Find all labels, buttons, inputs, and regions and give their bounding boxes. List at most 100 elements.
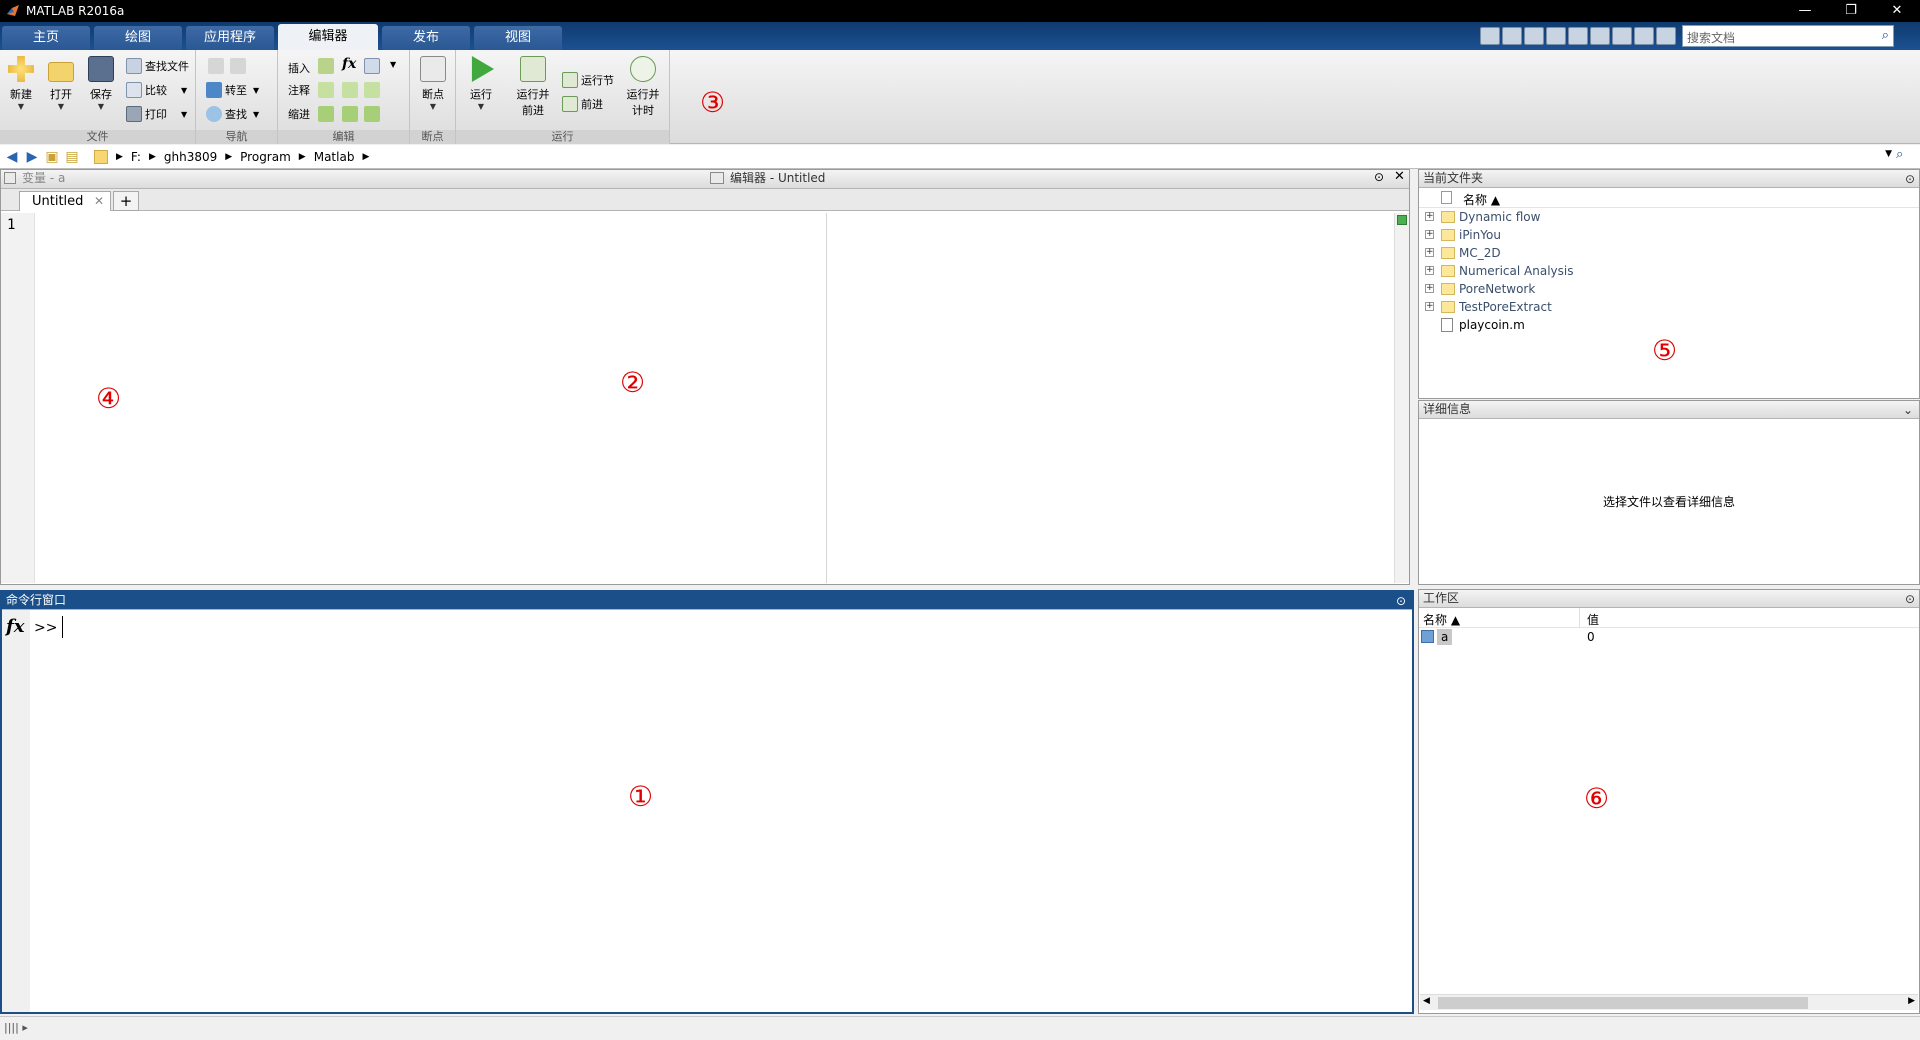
column-divider[interactable] (1579, 608, 1580, 628)
new-tab-button[interactable]: + (113, 191, 139, 211)
editor-tab-untitled[interactable]: Untitled ✕ (19, 191, 111, 211)
layout-icon[interactable] (1480, 27, 1500, 45)
variables-panel-title[interactable]: 变量 - a (2, 169, 702, 188)
paste-icon[interactable] (1568, 27, 1588, 45)
name-column-header[interactable]: 名称 ▲ (1423, 611, 1460, 628)
insert-section-icon[interactable] (318, 58, 334, 74)
breakpoints-button[interactable]: 断点 ▼ (414, 56, 452, 111)
run-and-advance-button[interactable]: 运行并 前进 (514, 56, 552, 118)
list-item[interactable]: + MC_2D (1419, 244, 1919, 262)
save-button[interactable]: 保存 ▼ (82, 56, 120, 111)
new-button[interactable]: 新建 ▼ (2, 56, 40, 111)
undo-icon[interactable] (1590, 27, 1610, 45)
expand-icon[interactable]: + (1425, 302, 1434, 311)
scroll-left-icon[interactable]: ◀ (1423, 996, 1430, 1006)
search-folder-icon[interactable]: ⌕ (1896, 147, 1914, 165)
uncomment-icon[interactable] (342, 82, 358, 98)
search-documentation-input[interactable]: 搜索文档 ⌕ (1682, 25, 1894, 47)
breadcrumb-program[interactable]: Program (240, 150, 291, 164)
tab-apps[interactable]: 应用程序 (186, 26, 274, 50)
workspace-actions-icon[interactable]: ⊙ (1905, 591, 1915, 608)
browse-folder-icon[interactable]: ▤ (64, 149, 80, 165)
list-item[interactable]: + iPinYou (1419, 226, 1919, 244)
code-editor-area[interactable] (36, 213, 1392, 583)
minimize-button[interactable]: — (1782, 0, 1828, 22)
chevron-down-icon[interactable]: ⌄ (1903, 402, 1913, 419)
list-item[interactable]: + PoreNetwork (1419, 280, 1919, 298)
smart-indent-icon[interactable] (318, 106, 334, 122)
list-item[interactable]: + TestPoreExtract (1419, 298, 1919, 316)
value-column-header[interactable]: 值 (1587, 611, 1599, 628)
search-icon[interactable]: ⌕ (1882, 28, 1889, 43)
close-button[interactable]: ✕ (1874, 0, 1920, 22)
current-folder-actions-icon[interactable]: ⊙ (1905, 171, 1915, 188)
wrap-comments-icon[interactable] (364, 82, 380, 98)
print-button[interactable]: 打印 ▼ (126, 104, 187, 124)
open-button[interactable]: 打开 ▼ (42, 56, 80, 111)
run-and-time-button[interactable]: 运行并 计时 (624, 56, 662, 118)
editor-actions-icon[interactable]: ⊙ (1374, 170, 1384, 184)
workspace-horizontal-scrollbar[interactable]: ◀ ▶ (1420, 994, 1918, 1010)
copy-icon[interactable] (1546, 27, 1566, 45)
list-item[interactable]: playcoin.m (1419, 316, 1919, 334)
advance-button[interactable]: 前进 (562, 94, 603, 114)
run-section-button[interactable]: 运行节 (562, 70, 614, 90)
breadcrumb-separator-icon[interactable]: ▶ (362, 152, 369, 162)
find-files-button[interactable]: 查找文件 (126, 56, 189, 76)
goto-button[interactable]: 转至 ▼ (206, 80, 259, 100)
tab-editor[interactable]: 编辑器 (278, 24, 378, 50)
restore-button[interactable]: ❐ (1828, 0, 1874, 22)
decrease-indent-icon[interactable] (364, 106, 380, 122)
details-header[interactable]: 详细信息 ⌄ (1419, 401, 1919, 419)
editor-close-icon[interactable]: ✕ (1394, 169, 1405, 184)
switch-windows-icon[interactable] (1634, 27, 1654, 45)
code-analyzer-ok-icon[interactable] (1397, 215, 1407, 225)
up-folder-icon[interactable]: ▣ (44, 149, 60, 165)
scroll-right-icon[interactable]: ▶ (1908, 996, 1915, 1006)
name-column-header[interactable]: 名称 ▲ (1463, 191, 1500, 208)
tab-view[interactable]: 视图 (474, 26, 562, 50)
redo-icon[interactable] (1612, 27, 1632, 45)
editor-scrollbar[interactable] (1394, 213, 1409, 583)
tab-publish[interactable]: 发布 (382, 26, 470, 50)
address-dropdown-icon[interactable]: ▼ (1885, 149, 1892, 159)
comment-percent-icon[interactable] (318, 82, 334, 98)
insert-button[interactable]: 插入 (288, 58, 310, 78)
expand-icon[interactable]: + (1425, 266, 1434, 275)
help-icon[interactable] (1656, 27, 1676, 45)
close-tab-icon[interactable]: ✕ (94, 192, 104, 211)
expand-icon[interactable]: + (1425, 212, 1434, 221)
cut-icon[interactable] (1524, 27, 1544, 45)
list-item[interactable]: + Dynamic flow (1419, 208, 1919, 226)
forward-icon[interactable]: ▶ (24, 149, 40, 165)
expand-icon[interactable]: + (1425, 230, 1434, 239)
back-arrow-icon[interactable] (208, 58, 224, 74)
insert-formula-icon[interactable] (364, 58, 380, 74)
function-browser-icon[interactable]: fx (6, 616, 24, 637)
table-row[interactable]: a 0 (1419, 628, 1919, 646)
status-grip-icon[interactable]: |||| ▸ (4, 1021, 28, 1034)
increase-indent-icon[interactable] (342, 106, 358, 122)
compare-button[interactable]: 比较 ▼ (126, 80, 187, 100)
indent-button[interactable]: 缩进 (288, 104, 310, 124)
insert-dropdown-icon[interactable]: ▼ (390, 60, 396, 69)
forward-arrow-icon[interactable] (230, 58, 246, 74)
tab-home[interactable]: 主页 (2, 26, 90, 50)
tab-plots[interactable]: 绘图 (94, 26, 182, 50)
command-window-actions-icon[interactable]: ⊙ (1396, 593, 1406, 610)
command-input-area[interactable] (32, 612, 1410, 1010)
list-item[interactable]: + Numerical Analysis (1419, 262, 1919, 280)
save-icon[interactable] (1502, 27, 1522, 45)
insert-function-icon[interactable]: fx (342, 56, 356, 72)
comment-button[interactable]: 注释 (288, 80, 310, 100)
expand-icon[interactable]: + (1425, 284, 1434, 293)
breadcrumb-matlab[interactable]: Matlab (314, 150, 355, 164)
breadcrumb-drive[interactable]: F: (131, 150, 141, 164)
expand-icon[interactable]: + (1425, 248, 1434, 257)
run-button[interactable]: 运行 ▼ (462, 56, 500, 111)
find-button[interactable]: 查找 ▼ (206, 104, 259, 124)
current-folder-column-header[interactable]: 名称 ▲ (1419, 188, 1919, 208)
breadcrumb-ghh3809[interactable]: ghh3809 (164, 150, 217, 164)
back-icon[interactable]: ◀ (4, 149, 20, 165)
scrollbar-thumb[interactable] (1438, 997, 1808, 1009)
